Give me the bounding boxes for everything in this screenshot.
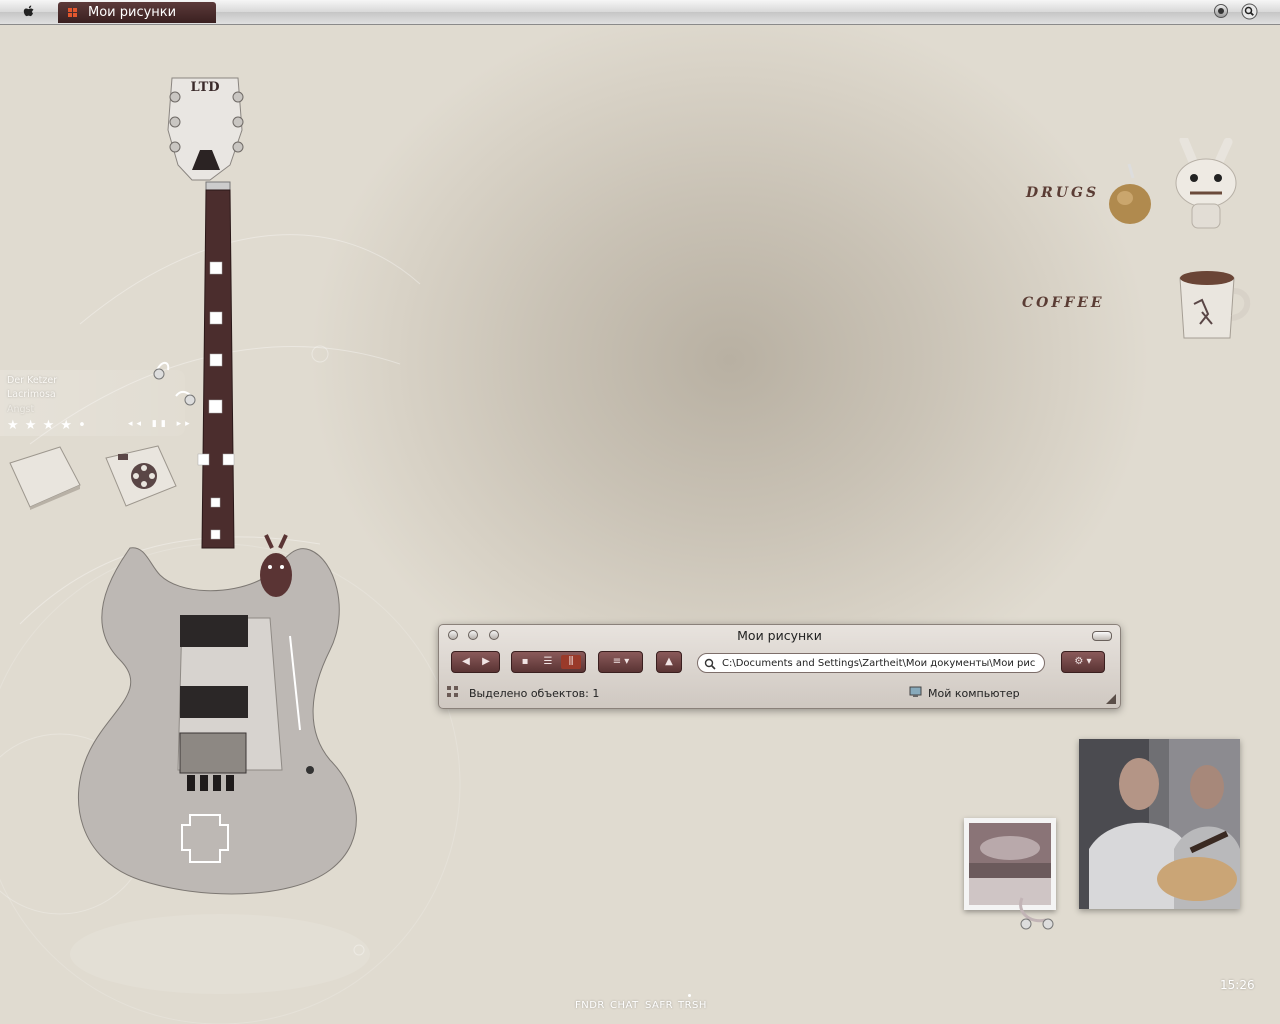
location-status: Мой компьютер [928, 687, 1020, 700]
selection-status: Выделено объектов: 1 [469, 687, 600, 700]
arrange-icon: ≡ ▾ [612, 656, 630, 667]
coffee-label: COFFEE [1022, 295, 1105, 311]
drugs-label: DRUGS [1026, 185, 1100, 201]
status-grid-icon [447, 686, 458, 697]
forward-arrow-icon[interactable]: ▶ [476, 655, 496, 669]
player-controls[interactable]: ◂◂ ▮▮ ▸▸ [128, 419, 194, 429]
column-view-icon[interactable]: ⫼ [561, 655, 581, 669]
film-reel-icon[interactable] [104, 444, 178, 508]
bag-icon[interactable] [1105, 160, 1155, 226]
dunny-figure-icon[interactable] [1170, 138, 1242, 232]
dock-item-safari[interactable]: SAFR [645, 1000, 673, 1011]
computer-icon [909, 686, 922, 697]
path-input[interactable] [722, 655, 1040, 671]
finder-title: Мои рисунки [737, 628, 822, 643]
track-album: Angst [7, 404, 35, 415]
window-grid-icon [68, 8, 78, 18]
hard-drive-icon[interactable] [8, 445, 82, 510]
arrange-menu-button[interactable]: ≡ ▾ [598, 651, 643, 673]
active-window-title: Мои рисунки [88, 5, 177, 20]
piercing-ring-icon [1019, 897, 1054, 930]
search-icon[interactable] [1241, 3, 1258, 20]
resize-handle-icon[interactable] [1106, 694, 1116, 704]
eject-button[interactable]: ▲ [656, 651, 682, 673]
coffee-cup-icon[interactable] [1172, 266, 1254, 346]
dock-item-chat[interactable]: CHAT [610, 1000, 639, 1011]
track-artist: Lacrimosa [7, 389, 56, 400]
toolbar-toggle-button[interactable] [1092, 631, 1112, 641]
dock-item-finder[interactable]: FNDR [575, 1000, 605, 1011]
spotlight-icon[interactable] [1214, 4, 1228, 18]
action-menu-button[interactable]: ⚙ ▾ [1061, 651, 1105, 673]
clock: 15:26 [1220, 978, 1255, 992]
dock-item-trash[interactable]: TRSH [678, 1000, 707, 1011]
active-window-tab[interactable]: Мои рисунки [58, 2, 216, 23]
dock: FNDR CHAT SAFR TRSH [575, 1000, 715, 1016]
search-icon [704, 658, 716, 670]
headphones-icon [153, 361, 196, 406]
back-forward-buttons[interactable]: ◀ ▶ [451, 651, 500, 673]
path-field[interactable] [697, 653, 1045, 673]
list-view-icon[interactable]: ☰ [538, 655, 558, 669]
apple-menu-icon[interactable] [20, 3, 38, 21]
back-arrow-icon[interactable]: ◀ [456, 655, 476, 669]
icon-view-icon[interactable]: ▪ [515, 655, 535, 669]
dock-active-indicator [688, 994, 691, 997]
gear-icon: ⚙ ▾ [1074, 656, 1092, 667]
view-mode-buttons[interactable]: ▪ ☰ ⫼ [511, 651, 586, 673]
guitar-headstock-logo: LTD [190, 80, 219, 95]
track-rating[interactable]: ★ ★ ★ ★ • [7, 418, 87, 433]
track-title: Der Ketzer [7, 375, 58, 386]
photo-image [1079, 739, 1240, 909]
finder-window: Мои рисунки ◀ ▶ ▪ ☰ ⫼ ≡ ▾ ▲ ⚙ ▾ Выделено… [438, 624, 1121, 709]
photo-two-men-guitar[interactable] [1079, 739, 1240, 909]
eject-icon: ▲ [665, 656, 673, 667]
